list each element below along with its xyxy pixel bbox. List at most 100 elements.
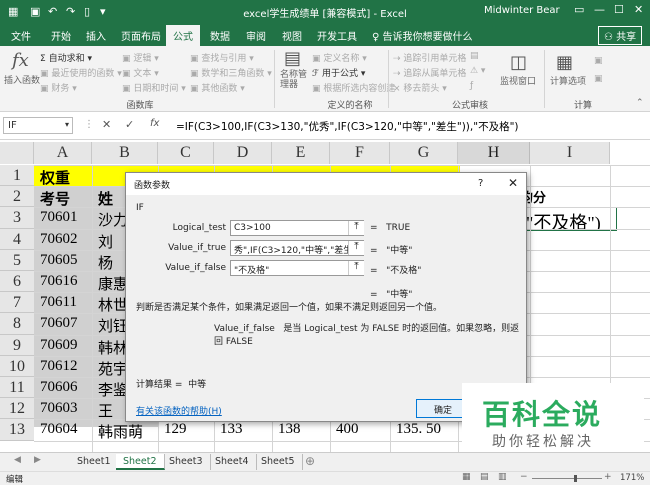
cell-a6[interactable]: 70616	[40, 273, 92, 290]
insert-function-button[interactable]: 插入函数	[4, 73, 40, 86]
row-header-3[interactable]: 3	[0, 207, 34, 229]
col-header-c[interactable]: C	[158, 142, 214, 164]
active-cell-i3[interactable]: "不及格")	[525, 207, 617, 231]
datetime-button[interactable]: ▣ 日期和时间 ▾	[122, 81, 186, 94]
calc-options-button[interactable]: 计算选项	[550, 74, 586, 87]
maximize-icon[interactable]: ☐	[614, 3, 624, 16]
sheet-tab-3[interactable]: Sheet3	[162, 454, 211, 470]
add-sheet-icon[interactable]: ⊕	[305, 454, 315, 468]
cell-a9[interactable]: 70609	[40, 337, 92, 354]
collapse-dialog-icon[interactable]: ⤒	[348, 261, 364, 275]
cell-a12[interactable]: 70603	[40, 400, 92, 417]
prev-sheet-icon[interactable]: ◀	[14, 455, 21, 465]
col-header-d[interactable]: D	[214, 142, 272, 164]
page-break-icon[interactable]: ▥	[498, 472, 507, 482]
name-box[interactable]: IF ▾	[3, 117, 73, 134]
user-name[interactable]: Midwinter Bear	[484, 5, 560, 16]
tab-page-layout[interactable]: 页面布局	[121, 28, 161, 43]
fx-icon[interactable]: fx	[150, 118, 159, 129]
sheet-tab-2[interactable]: Sheet2	[116, 454, 165, 470]
arg-input-value-if-false[interactable]: "不及格"	[230, 260, 364, 276]
row-header-11[interactable]: 11	[0, 377, 34, 399]
share-button[interactable]: ⚇ 共享	[598, 26, 643, 45]
sheet-tab-1[interactable]: Sheet1	[70, 454, 119, 470]
create-from-selection-button[interactable]: ▣ 根据所选内容创建	[312, 81, 395, 94]
col-header-f[interactable]: F	[330, 142, 390, 164]
define-name-button[interactable]: ▣ 定义名称 ▾	[312, 51, 367, 64]
other-functions-button[interactable]: ▣ 其他函数 ▾	[190, 81, 245, 94]
tab-file[interactable]: 文件	[11, 28, 31, 43]
logical-button[interactable]: ▣ 逻辑 ▾	[122, 51, 159, 64]
cancel-icon[interactable]: ✕	[102, 118, 111, 131]
row-header-13[interactable]: 13	[0, 419, 34, 441]
resize-dots-icon[interactable]: ⋮	[84, 119, 94, 130]
cell-b13[interactable]: 韩雨萌	[98, 421, 158, 442]
row-header-5[interactable]: 5	[0, 249, 34, 271]
function-help-link[interactable]: 有关该函数的帮助(H)	[136, 404, 222, 417]
tab-data[interactable]: 数据	[210, 28, 230, 43]
tab-home[interactable]: 开始	[51, 28, 71, 43]
next-sheet-icon[interactable]: ▶	[34, 455, 41, 465]
trace-dependents-button[interactable]: ⇢ 追踪从属单元格	[393, 66, 466, 79]
row-header-4[interactable]: 4	[0, 228, 34, 250]
name-manager-button[interactable]: 名称管理器	[280, 70, 310, 90]
cell-g13[interactable]: 135. 50	[396, 421, 458, 438]
cell-a2[interactable]: 考号	[40, 188, 92, 209]
calc-sheet-icon[interactable]: ▣	[594, 74, 603, 84]
col-header-h[interactable]: H	[458, 142, 530, 164]
cell-a10[interactable]: 70612	[40, 358, 92, 375]
arg-input-value-if-true[interactable]: 秀",IF(C3>120,"中等","差生"))	[230, 240, 364, 256]
col-header-i[interactable]: I	[530, 142, 610, 164]
sheet-tab-5[interactable]: Sheet5	[254, 454, 303, 470]
error-check-icon[interactable]: ⚠ ▾	[470, 66, 485, 76]
zoom-slider[interactable]	[532, 478, 602, 479]
normal-view-icon[interactable]: ▦	[462, 472, 471, 482]
calc-now-icon[interactable]: ▣	[594, 56, 603, 66]
text-button[interactable]: ▣ 文本 ▾	[122, 66, 159, 79]
zoom-out-icon[interactable]: −	[520, 472, 528, 482]
row-header-9[interactable]: 9	[0, 334, 34, 356]
dialog-help-icon[interactable]: ?	[478, 178, 483, 189]
dialog-close-icon[interactable]: ✕	[508, 176, 518, 190]
cell-c13[interactable]: 129	[164, 421, 214, 438]
collapse-ribbon-icon[interactable]: ⌃	[636, 98, 644, 108]
evaluate-formula-icon[interactable]: ƒ	[470, 81, 473, 91]
row-header-6[interactable]: 6	[0, 271, 34, 293]
tab-view[interactable]: 视图	[282, 28, 302, 43]
cell-d13[interactable]: 133	[220, 421, 272, 438]
col-header-e[interactable]: E	[272, 142, 330, 164]
show-formulas-icon[interactable]: ▤	[470, 51, 479, 61]
confirm-icon[interactable]: ✓	[125, 118, 134, 131]
cell-a7[interactable]: 70611	[40, 294, 92, 311]
col-header-a[interactable]: A	[34, 142, 92, 164]
arg-input-logical-test[interactable]: C3>100	[230, 220, 364, 236]
col-header-b[interactable]: B	[92, 142, 158, 164]
zoom-level[interactable]: 171%	[620, 473, 644, 483]
lookup-button[interactable]: ▣ 查找与引用 ▾	[190, 51, 254, 64]
sheet-tab-4[interactable]: Sheet4	[208, 454, 257, 470]
row-header-10[interactable]: 10	[0, 355, 34, 377]
math-button[interactable]: ▣ 数学和三角函数 ▾	[190, 66, 272, 79]
tab-developer[interactable]: 开发工具	[317, 28, 357, 43]
cell-f13[interactable]: 400	[336, 421, 390, 438]
cell-a8[interactable]: 70607	[40, 315, 92, 332]
cell-a3[interactable]: 70601	[40, 209, 92, 226]
cell-e13[interactable]: 138	[278, 421, 330, 438]
remove-arrows-button[interactable]: ⨯ 移去箭头 ▾	[393, 81, 447, 94]
tell-me-search[interactable]: ♀ 告诉我你想要做什么	[372, 28, 473, 43]
tab-review[interactable]: 审阅	[246, 28, 266, 43]
page-layout-icon[interactable]: ▤	[480, 472, 489, 482]
cell-a13[interactable]: 70604	[40, 421, 92, 438]
tab-insert[interactable]: 插入	[86, 28, 106, 43]
zoom-in-icon[interactable]: +	[604, 472, 612, 482]
use-in-formula-button[interactable]: ℱ 用于公式 ▾	[312, 66, 365, 79]
cell-a1[interactable]: 权重	[40, 167, 92, 188]
cell-a11[interactable]: 70606	[40, 379, 92, 396]
formula-input[interactable]: =IF(C3>100,IF(C3>130,"优秀",IF(C3>120,"中等"…	[176, 119, 519, 134]
minimize-icon[interactable]: —	[594, 3, 605, 16]
cell-a4[interactable]: 70602	[40, 231, 92, 248]
row-header-7[interactable]: 7	[0, 292, 34, 314]
recent-functions-button[interactable]: ▣ 最近使用的函数 ▾	[40, 66, 122, 79]
col-header-g[interactable]: G	[390, 142, 458, 164]
autosum-button[interactable]: Σ 自动求和 ▾	[40, 51, 92, 64]
